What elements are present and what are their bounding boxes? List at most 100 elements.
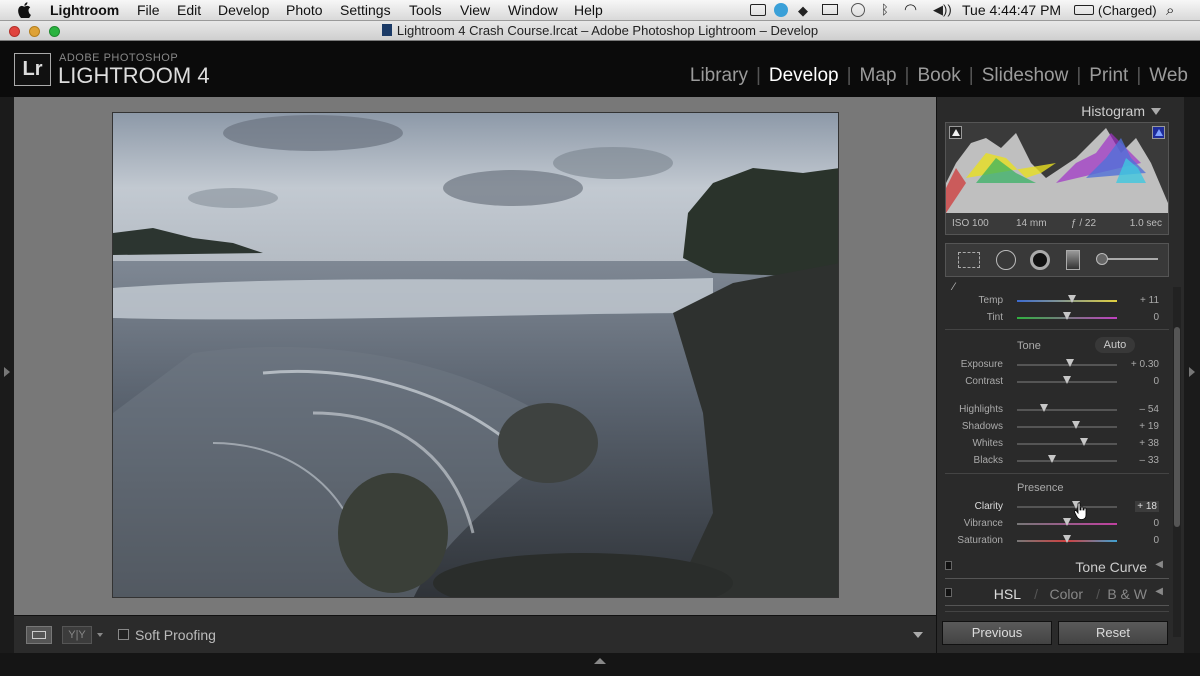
collapse-right-panel-icon[interactable] bbox=[1189, 367, 1195, 377]
camera-status-icon[interactable] bbox=[750, 4, 766, 16]
bluetooth-icon[interactable]: ᛒ bbox=[881, 2, 889, 17]
tone-curve-enable-switch[interactable] bbox=[945, 561, 952, 570]
expand-left-panel-icon[interactable] bbox=[4, 367, 10, 377]
blacks-slider[interactable]: Blacks – 33 bbox=[945, 452, 1169, 469]
contrast-value[interactable]: 0 bbox=[1153, 376, 1159, 387]
crop-overlay-tool-icon[interactable] bbox=[958, 252, 980, 268]
left-panel-collapsed[interactable] bbox=[0, 97, 14, 653]
battery-icon[interactable] bbox=[1074, 5, 1094, 15]
histogram[interactable]: ISO 100 14 mm ƒ / 22 1.0 sec bbox=[945, 122, 1169, 235]
module-library[interactable]: Library bbox=[690, 65, 748, 87]
hsl-tab[interactable]: HSL bbox=[994, 586, 1021, 602]
vibrance-value[interactable]: 0 bbox=[1153, 518, 1159, 529]
module-web[interactable]: Web bbox=[1149, 65, 1188, 87]
whites-value[interactable]: + 38 bbox=[1139, 438, 1159, 449]
panel-scrollbar[interactable] bbox=[1173, 287, 1181, 637]
contrast-knob[interactable] bbox=[1063, 376, 1071, 384]
blacks-value[interactable]: – 33 bbox=[1140, 455, 1159, 466]
shadows-slider[interactable]: Shadows + 19 bbox=[945, 418, 1169, 435]
reset-button[interactable]: Reset bbox=[1058, 621, 1168, 645]
contrast-slider[interactable]: Contrast 0 bbox=[945, 373, 1169, 390]
temp-knob[interactable] bbox=[1068, 295, 1076, 303]
vibrance-knob[interactable] bbox=[1063, 518, 1071, 526]
panel-scrollbar-thumb[interactable] bbox=[1174, 327, 1180, 527]
hsl-enable-switch[interactable] bbox=[945, 588, 952, 597]
menu-develop[interactable]: Develop bbox=[218, 2, 269, 18]
right-panel-edge[interactable] bbox=[1184, 97, 1200, 653]
spot-removal-tool-icon[interactable] bbox=[996, 250, 1016, 270]
dropbox-icon[interactable]: ◆ bbox=[798, 3, 808, 19]
exposure-slider[interactable]: Exposure + 0.30 bbox=[945, 356, 1169, 373]
adjustment-brush-tool-icon[interactable] bbox=[1096, 253, 1158, 265]
menu-settings[interactable]: Settings bbox=[340, 2, 391, 18]
whites-knob[interactable] bbox=[1080, 438, 1088, 446]
histogram-collapse-icon[interactable] bbox=[1151, 108, 1161, 115]
show-filmstrip-icon[interactable] bbox=[594, 658, 606, 664]
spotlight-search-icon[interactable]: ⌕ bbox=[1166, 2, 1174, 19]
shadows-value[interactable]: + 19 bbox=[1139, 421, 1159, 432]
exposure-value[interactable]: + 0.30 bbox=[1131, 359, 1159, 370]
menu-edit[interactable]: Edit bbox=[177, 2, 201, 18]
menu-help[interactable]: Help bbox=[574, 2, 603, 18]
close-window-icon[interactable] bbox=[9, 26, 20, 37]
bw-tab[interactable]: B & W bbox=[1107, 586, 1147, 602]
shadows-track[interactable] bbox=[1017, 426, 1117, 428]
saturation-value[interactable]: 0 bbox=[1153, 535, 1159, 546]
temp-value[interactable]: + 11 bbox=[1140, 295, 1159, 306]
module-book[interactable]: Book bbox=[917, 65, 960, 87]
battery-text[interactable]: (Charged) bbox=[1098, 3, 1157, 18]
tint-slider[interactable]: Tint 0 bbox=[945, 309, 1169, 326]
clock-text[interactable]: Tue 4:44:47 PM bbox=[962, 2, 1061, 18]
wifi-icon[interactable]: ◠ bbox=[904, 0, 917, 18]
hsl-expand-icon[interactable]: ◀ bbox=[1155, 586, 1163, 597]
highlights-value[interactable]: – 54 bbox=[1140, 404, 1159, 415]
zoom-window-icon[interactable] bbox=[49, 26, 60, 37]
red-eye-tool-icon[interactable] bbox=[1030, 250, 1050, 270]
vibrance-slider[interactable]: Vibrance 0 bbox=[945, 515, 1169, 532]
module-slideshow[interactable]: Slideshow bbox=[982, 65, 1069, 87]
image-viewer[interactable] bbox=[14, 97, 936, 615]
tint-value[interactable]: 0 bbox=[1153, 312, 1159, 323]
tone-curve-panel-header[interactable]: Tone Curve ◀ bbox=[945, 555, 1169, 579]
filmstrip-edge[interactable] bbox=[0, 653, 1200, 676]
temp-slider[interactable]: Temp + 11 bbox=[945, 292, 1169, 309]
seascape-photo[interactable] bbox=[112, 112, 839, 598]
module-map[interactable]: Map bbox=[860, 65, 897, 87]
sync-status-icon[interactable] bbox=[774, 3, 788, 17]
whites-slider[interactable]: Whites + 38 bbox=[945, 435, 1169, 452]
menu-lightroom[interactable]: Lightroom bbox=[50, 2, 119, 18]
highlights-track[interactable] bbox=[1017, 409, 1117, 411]
time-machine-icon[interactable] bbox=[851, 3, 865, 17]
exposure-knob[interactable] bbox=[1066, 359, 1074, 367]
menu-file[interactable]: File bbox=[137, 2, 160, 18]
highlight-clipping-icon[interactable] bbox=[1152, 126, 1165, 139]
menu-tools[interactable]: Tools bbox=[409, 2, 442, 18]
tint-knob[interactable] bbox=[1063, 312, 1071, 320]
previous-button[interactable]: Previous bbox=[942, 621, 1052, 645]
menu-photo[interactable]: Photo bbox=[286, 2, 323, 18]
highlights-knob[interactable] bbox=[1040, 404, 1048, 412]
blacks-track[interactable] bbox=[1017, 460, 1117, 462]
volume-icon[interactable]: ◀)) bbox=[933, 2, 952, 18]
module-print[interactable]: Print bbox=[1089, 65, 1128, 87]
soft-proofing-checkbox[interactable] bbox=[118, 629, 129, 640]
before-after-view-button[interactable]: Y|Y bbox=[62, 626, 92, 644]
module-develop[interactable]: Develop bbox=[769, 65, 839, 87]
hsl-panel-header[interactable]: HSL / Color / B & W ◀ bbox=[945, 582, 1169, 606]
display-icon[interactable] bbox=[822, 4, 838, 15]
saturation-knob[interactable] bbox=[1063, 535, 1071, 543]
before-after-dropdown-icon[interactable] bbox=[97, 633, 103, 637]
menu-window[interactable]: Window bbox=[508, 2, 558, 18]
auto-tone-button[interactable]: Auto bbox=[1095, 337, 1135, 353]
graduated-filter-tool-icon[interactable] bbox=[1066, 250, 1080, 270]
clarity-value[interactable]: + 18 bbox=[1135, 501, 1159, 512]
apple-menu-icon[interactable] bbox=[18, 2, 32, 21]
temp-track[interactable] bbox=[1017, 300, 1117, 302]
toolbar-menu-icon[interactable] bbox=[913, 632, 923, 638]
loupe-view-button[interactable] bbox=[26, 626, 52, 644]
highlights-slider[interactable]: Highlights – 54 bbox=[945, 401, 1169, 418]
clarity-slider[interactable]: Clarity + 18 bbox=[945, 498, 1169, 515]
tone-curve-expand-icon[interactable]: ◀ bbox=[1155, 559, 1163, 570]
blacks-knob[interactable] bbox=[1048, 455, 1056, 463]
soft-proofing-label[interactable]: Soft Proofing bbox=[135, 627, 216, 643]
